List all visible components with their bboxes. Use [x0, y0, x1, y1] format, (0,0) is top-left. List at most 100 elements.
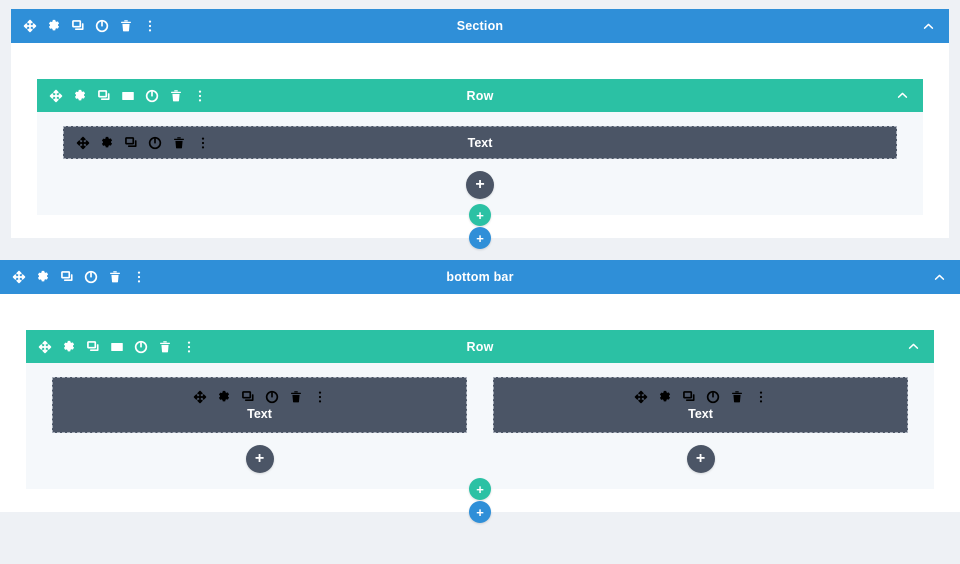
row-toolbar	[38, 340, 196, 354]
duplicate-icon[interactable]	[71, 19, 85, 33]
move-icon[interactable]	[634, 390, 648, 404]
add-section-button[interactable]: +	[469, 227, 491, 249]
chevron-up-icon	[921, 19, 935, 33]
add-module-slot: +	[63, 159, 897, 199]
section-card: bottom bar Row Text + Text + + +	[0, 260, 960, 523]
move-icon[interactable]	[49, 89, 63, 103]
module-text[interactable]: Text	[493, 377, 908, 433]
more-options-icon[interactable]	[754, 390, 768, 404]
add-row-button[interactable]: +	[469, 204, 491, 226]
plus-icon: +	[695, 450, 706, 467]
move-icon[interactable]	[76, 136, 90, 150]
gear-icon[interactable]	[658, 390, 672, 404]
module-text[interactable]: Text	[52, 377, 467, 433]
add-module-button[interactable]: +	[686, 445, 715, 473]
trash-icon[interactable]	[119, 19, 133, 33]
module-toolbar	[634, 390, 768, 404]
module-toolbar	[76, 136, 210, 150]
add-section-slot: +	[469, 227, 491, 249]
row-body: Text +	[37, 112, 923, 215]
section-collapse-button[interactable]	[919, 17, 937, 35]
gear-icon[interactable]	[100, 136, 114, 150]
column-layout-icon[interactable]	[110, 340, 124, 354]
power-toggle-icon[interactable]	[145, 89, 159, 103]
section-card: Section Row Text + + +	[11, 9, 949, 249]
more-options-icon[interactable]	[143, 19, 157, 33]
duplicate-icon[interactable]	[97, 89, 111, 103]
row-body: Text +	[26, 363, 934, 489]
add-module-slot: +	[493, 433, 908, 473]
move-icon[interactable]	[38, 340, 52, 354]
add-row-slot: +	[469, 204, 491, 226]
plus-icon: +	[476, 481, 484, 497]
trash-icon[interactable]	[289, 390, 303, 404]
duplicate-icon[interactable]	[241, 390, 255, 404]
add-section-slot: +	[469, 501, 491, 523]
plus-icon: +	[476, 230, 484, 246]
more-options-icon[interactable]	[196, 136, 210, 150]
column: Text +	[493, 377, 908, 473]
plus-icon: +	[254, 450, 265, 467]
trash-icon[interactable]	[730, 390, 744, 404]
module-title: Text	[688, 406, 713, 421]
add-row-slot: +	[469, 478, 491, 500]
chevron-up-icon	[906, 340, 920, 354]
move-icon[interactable]	[193, 390, 207, 404]
gear-icon[interactable]	[73, 89, 87, 103]
row-container: Row	[26, 294, 934, 500]
trash-icon[interactable]	[169, 89, 183, 103]
add-section-button[interactable]: +	[469, 501, 491, 523]
move-icon[interactable]	[12, 270, 26, 284]
more-options-icon[interactable]	[193, 89, 207, 103]
row-collapse-button[interactable]	[893, 87, 911, 105]
column: Text +	[52, 377, 467, 473]
power-toggle-icon[interactable]	[95, 19, 109, 33]
chevron-up-icon	[932, 270, 946, 284]
gear-icon[interactable]	[36, 270, 50, 284]
section-toolbar	[12, 270, 146, 284]
gear-icon[interactable]	[47, 19, 61, 33]
section-collapse-button[interactable]	[930, 268, 948, 286]
plus-icon: +	[475, 176, 485, 193]
add-module-button[interactable]: +	[245, 445, 274, 473]
trash-icon[interactable]	[108, 270, 122, 284]
plus-icon: +	[476, 504, 484, 520]
power-toggle-icon[interactable]	[265, 390, 279, 404]
add-module-slot: +	[52, 433, 467, 473]
more-options-icon[interactable]	[182, 340, 196, 354]
section-toolbar	[23, 19, 157, 33]
module-title: Text	[247, 406, 272, 421]
duplicate-icon[interactable]	[86, 340, 100, 354]
power-toggle-icon[interactable]	[706, 390, 720, 404]
column: Text +	[63, 126, 897, 199]
column-layout-icon[interactable]	[121, 89, 135, 103]
row-header-bar[interactable]: Row	[37, 79, 923, 112]
more-options-icon[interactable]	[132, 270, 146, 284]
gear-icon[interactable]	[62, 340, 76, 354]
power-toggle-icon[interactable]	[84, 270, 98, 284]
column-group: Text +	[63, 126, 897, 199]
power-toggle-icon[interactable]	[148, 136, 162, 150]
module-text[interactable]: Text	[63, 126, 897, 159]
plus-icon: +	[476, 207, 484, 223]
section-header-bar[interactable]: Section	[11, 9, 949, 43]
trash-icon[interactable]	[172, 136, 186, 150]
builder-wireframe-canvas: Section Row Text + + + bottom bar Row Te…	[0, 9, 960, 564]
module-toolbar	[193, 390, 327, 404]
more-options-icon[interactable]	[313, 390, 327, 404]
row-header-bar[interactable]: Row	[26, 330, 934, 363]
duplicate-icon[interactable]	[682, 390, 696, 404]
column-group: Text +	[52, 377, 908, 473]
add-module-button[interactable]: +	[466, 171, 494, 199]
section-header-bar[interactable]: bottom bar	[0, 260, 960, 294]
duplicate-icon[interactable]	[124, 136, 138, 150]
power-toggle-icon[interactable]	[134, 340, 148, 354]
move-icon[interactable]	[23, 19, 37, 33]
duplicate-icon[interactable]	[60, 270, 74, 284]
chevron-up-icon	[895, 89, 909, 103]
gear-icon[interactable]	[217, 390, 231, 404]
row-toolbar	[49, 89, 207, 103]
trash-icon[interactable]	[158, 340, 172, 354]
add-row-button[interactable]: +	[469, 478, 491, 500]
row-collapse-button[interactable]	[904, 338, 922, 356]
